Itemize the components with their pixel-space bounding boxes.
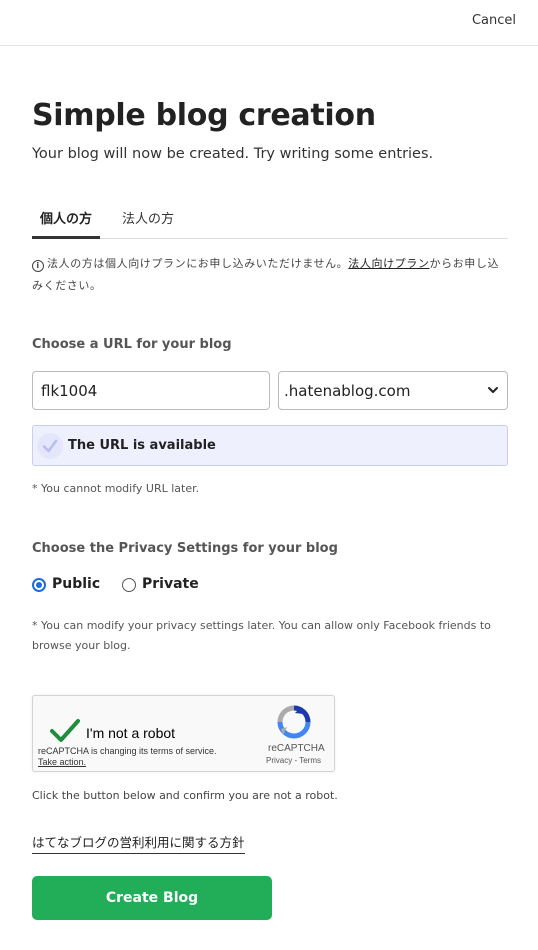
url-available-status: The URL is available: [32, 425, 508, 466]
plan-tabs: 個人の方 法人の方: [32, 200, 508, 239]
commercial-use-policy-link[interactable]: はてなブログの営利利用に関する方針: [32, 832, 245, 854]
tab-corporate[interactable]: 法人の方: [122, 200, 174, 239]
notice-text-before: 法人の方は個人向けプランにお申し込みいただけません。: [47, 257, 349, 270]
domain-select[interactable]: .hatenablog.com: [278, 371, 508, 410]
domain-selected-value: .hatenablog.com: [284, 382, 411, 400]
corporate-plan-link[interactable]: 法人向けプラン: [348, 257, 429, 270]
page-title: Simple blog creation: [32, 98, 376, 133]
radio-public-label: Public: [52, 576, 101, 592]
captcha-label: I'm not a robot: [86, 725, 176, 741]
captcha-links: Privacy - Terms: [266, 756, 321, 765]
page-subtitle: Your blog will now be created. Try writi…: [32, 146, 434, 162]
url-note: * You cannot modify URL later.: [32, 482, 200, 495]
url-available-text: The URL is available: [68, 438, 216, 453]
radio-private-circle[interactable]: [122, 578, 136, 592]
confirm-robot-text: Click the button below and confirm you a…: [32, 789, 338, 802]
radio-public-circle[interactable]: [32, 578, 46, 592]
captcha-take-action-link[interactable]: Take action.: [38, 757, 86, 767]
chevron-down-icon: [488, 387, 498, 393]
cancel-link[interactable]: Cancel: [472, 13, 516, 28]
recaptcha-widget: I'm not a robot reCAPTCHA is changing it…: [32, 695, 335, 772]
captcha-terms-change: reCAPTCHA is changing its terms of servi…: [38, 746, 217, 756]
recaptcha-logo-icon: [277, 705, 311, 739]
privacy-note: * You can modify your privacy settings l…: [32, 619, 491, 652]
corporate-notice: i 法人の方は個人向けプランにお申し込みいただけません。法人向けプランからお申し込…: [32, 253, 508, 297]
privacy-section-label: Choose the Privacy Settings for your blo…: [32, 541, 338, 556]
create-blog-button[interactable]: Create Blog: [32, 876, 272, 920]
tab-individual[interactable]: 個人の方: [32, 200, 100, 239]
captcha-checkmark-icon[interactable]: [49, 718, 81, 744]
check-icon: [37, 433, 63, 459]
subdomain-input[interactable]: [32, 371, 270, 410]
top-bar: Cancel: [0, 0, 538, 46]
radio-private-label: Private: [142, 576, 199, 592]
info-icon: i: [32, 260, 44, 272]
captcha-privacy-link[interactable]: Privacy: [266, 756, 292, 765]
captcha-terms-link[interactable]: Terms: [299, 756, 321, 765]
recaptcha-brand: reCAPTCHA: [268, 743, 325, 754]
url-section-label: Choose a URL for your blog: [32, 337, 232, 352]
